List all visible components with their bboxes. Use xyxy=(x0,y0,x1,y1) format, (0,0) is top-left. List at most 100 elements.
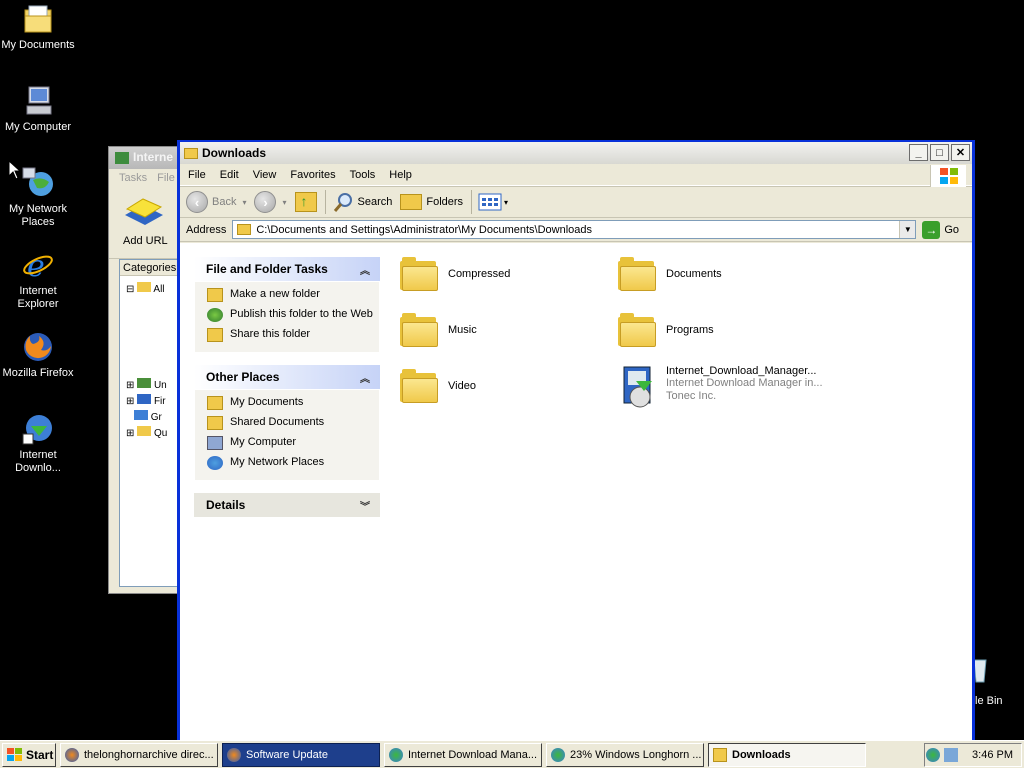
firefox-icon xyxy=(21,330,55,364)
folder-icon xyxy=(207,416,223,430)
explorer-window[interactable]: Downloads _ □ ✕ File Edit View Favorites… xyxy=(177,140,975,740)
computer-icon xyxy=(207,436,223,450)
task-share-folder[interactable]: Share this folder xyxy=(207,328,379,342)
back-button[interactable]: ‹ Back ▾ xyxy=(186,191,246,213)
search-button[interactable]: Search xyxy=(332,191,392,213)
task-publish-web[interactable]: Publish this folder to the Web xyxy=(207,308,379,322)
taskbar-item[interactable]: thelonghornarchive direc... xyxy=(60,742,218,767)
new-folder-icon xyxy=(207,288,223,302)
file-item[interactable]: Programs xyxy=(618,313,714,347)
idm-menu-file[interactable]: File xyxy=(157,172,175,184)
installer-details: Internet_Download_Manager... Internet Do… xyxy=(666,365,823,403)
views-dropdown-icon: ▾ xyxy=(504,197,509,207)
file-item[interactable]: Music xyxy=(400,313,477,347)
file-item[interactable]: Compressed xyxy=(400,257,510,291)
idm-title-icon xyxy=(115,151,129,164)
collapse-chevron-icon[interactable]: ︽ xyxy=(360,370,370,385)
window-title: Downloads xyxy=(202,146,267,160)
taskbar-item[interactable]: Internet Download Mana... xyxy=(384,742,542,767)
views-button[interactable]: ▾ xyxy=(478,192,508,212)
search-icon xyxy=(333,193,352,212)
add-url-button[interactable]: Add URL xyxy=(123,235,168,247)
folder-icon xyxy=(400,313,438,347)
installer-company: Tonec Inc. xyxy=(666,390,717,402)
tray-update-icon[interactable] xyxy=(944,748,959,762)
expand-chevron-icon[interactable]: ︾ xyxy=(360,498,370,513)
file-item[interactable]: Video xyxy=(400,369,476,403)
tree-item-unfinished[interactable]: ⊞ Un xyxy=(126,378,167,391)
address-value: C:\Documents and Settings\Administrator\… xyxy=(256,223,592,236)
idm-icon xyxy=(551,747,565,762)
toolbar-separator xyxy=(471,190,473,214)
idm-window[interactable]: Interne Tasks File Add URL Categories ⊟ A… xyxy=(108,146,188,594)
place-my-computer[interactable]: My Computer xyxy=(207,436,379,450)
details-header[interactable]: Details ︾ xyxy=(194,493,380,517)
up-folder-icon: ↑ xyxy=(294,192,317,212)
folder-icon xyxy=(400,369,438,403)
folders-button[interactable]: Folders xyxy=(400,194,463,210)
tree-item-grabber[interactable]: Gr xyxy=(134,410,162,423)
place-my-documents[interactable]: My Documents xyxy=(207,396,379,410)
installer-icon xyxy=(623,366,652,408)
share-folder-icon xyxy=(207,328,223,342)
folders-icon xyxy=(400,194,423,210)
menu-edit[interactable]: Edit xyxy=(220,169,239,181)
task-pane: File and Folder Tasks ︽ Make a new folde… xyxy=(194,257,380,529)
network-places-icon xyxy=(21,166,55,200)
menu-tools[interactable]: Tools xyxy=(350,169,376,181)
address-dropdown-icon[interactable]: ▼ xyxy=(899,221,916,238)
clock[interactable]: 3:46 PM xyxy=(972,749,1013,761)
collapse-chevron-icon[interactable]: ︽ xyxy=(360,262,370,277)
forward-arrow-icon: › xyxy=(254,191,277,213)
place-network-places[interactable]: My Network Places xyxy=(207,456,379,470)
idm-icon xyxy=(389,747,403,762)
menu-help[interactable]: Help xyxy=(389,169,412,181)
svg-text:e: e xyxy=(27,249,45,282)
folder-icon xyxy=(400,257,438,291)
forward-button[interactable]: › ▾ xyxy=(254,191,287,213)
minimize-button[interactable]: _ xyxy=(909,144,928,161)
task-new-folder[interactable]: Make a new folder xyxy=(207,288,379,302)
folder-title-icon xyxy=(184,147,198,159)
standard-toolbar: ‹ Back ▾ › ▾ ↑ Search Folders ▾ xyxy=(180,186,972,218)
menu-view[interactable]: View xyxy=(253,169,277,181)
internet-explorer-icon: e xyxy=(21,248,55,284)
taskbar-item[interactable]: Downloads xyxy=(708,742,866,767)
taskbar-item[interactable]: Software Update xyxy=(222,742,380,767)
close-button[interactable]: ✕ xyxy=(951,144,970,161)
file-item[interactable]: Documents xyxy=(618,257,722,291)
tray-idm-icon[interactable] xyxy=(926,748,941,762)
desktop-icon-internet-explorer[interactable]: e Internet Explorer xyxy=(0,248,76,311)
tree-item-queues[interactable]: ⊞ Qu xyxy=(126,426,167,439)
file-item[interactable]: Internet_Download_Manager... Internet Do… xyxy=(618,365,823,409)
desktop-icon-firefox[interactable]: Mozilla Firefox xyxy=(0,330,76,380)
menu-favorites[interactable]: Favorites xyxy=(290,169,335,181)
desktop-icon-my-documents[interactable]: My Documents xyxy=(0,2,76,52)
my-documents-icon xyxy=(21,2,55,36)
installer-filename: Internet_Download_Manager... xyxy=(666,365,817,377)
start-button[interactable]: Start xyxy=(2,742,56,767)
desktop-icon-idm[interactable]: Internet Downlo... xyxy=(0,412,76,475)
maximize-button[interactable]: □ xyxy=(930,144,949,161)
place-shared-documents[interactable]: Shared Documents xyxy=(207,416,379,430)
windows-logo-icon xyxy=(930,165,966,187)
taskbar-item[interactable]: 23% Windows Longhorn ... xyxy=(546,742,704,767)
system-tray: 3:46 PM xyxy=(924,743,1022,767)
idm-window-title[interactable]: Interne xyxy=(109,147,187,169)
title-bar[interactable]: Downloads _ □ ✕ xyxy=(180,140,972,164)
tree-item-all[interactable]: ⊟ All xyxy=(126,282,165,295)
other-places-body: My Documents Shared Documents My Compute… xyxy=(194,389,380,481)
go-button[interactable]: → Go xyxy=(922,220,959,239)
forward-dropdown-icon[interactable]: ▾ xyxy=(282,198,286,207)
back-arrow-icon: ‹ xyxy=(186,191,208,213)
other-places-header[interactable]: Other Places ︽ xyxy=(194,365,380,389)
menu-file[interactable]: File xyxy=(188,169,206,181)
up-folder-button[interactable]: ↑ xyxy=(294,192,317,212)
idm-menu-tasks[interactable]: Tasks xyxy=(119,172,147,184)
file-tasks-header[interactable]: File and Folder Tasks ︽ xyxy=(194,257,380,281)
desktop-icon-my-computer[interactable]: My Computer xyxy=(0,84,76,134)
address-field[interactable]: C:\Documents and Settings\Administrator\… xyxy=(232,220,917,239)
back-dropdown-icon[interactable]: ▾ xyxy=(242,198,246,207)
tree-item-finished[interactable]: ⊞ Fir xyxy=(126,394,166,407)
folder-icon xyxy=(618,313,656,347)
